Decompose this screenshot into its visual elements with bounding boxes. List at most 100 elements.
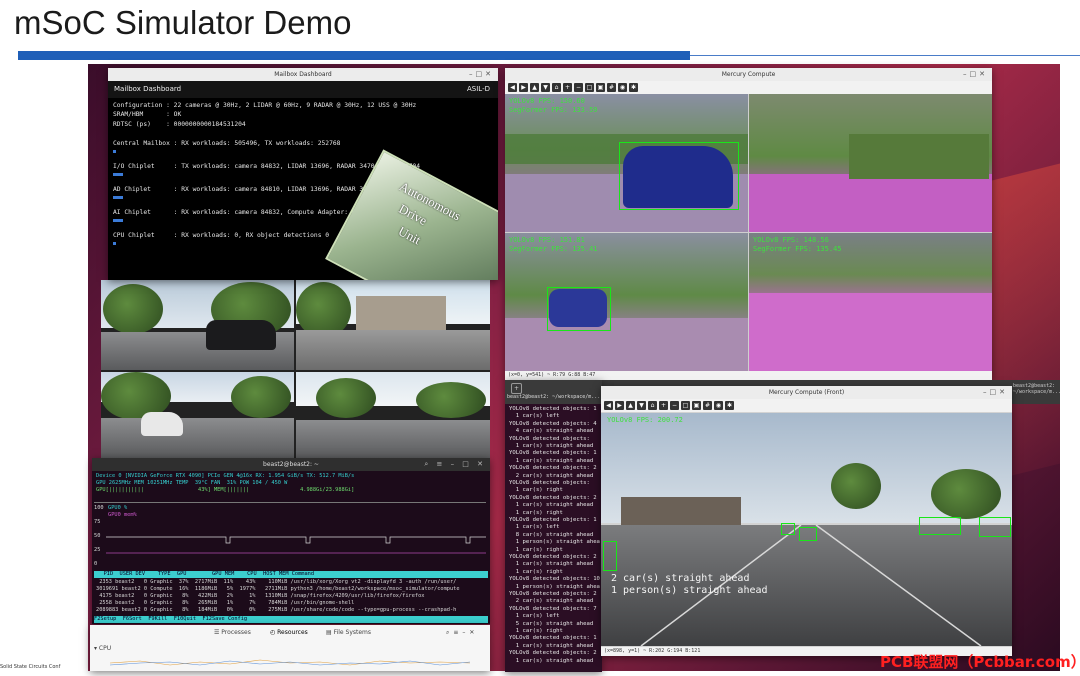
detection-box — [781, 523, 795, 535]
cpu-usage-graph — [110, 659, 470, 666]
yolo-fps-overlay: YOLOv8 FPS: 148.56 — [753, 236, 829, 244]
terminal-line: 1 person(s) straight ahea — [509, 539, 600, 546]
window-controls[interactable]: –□✕ — [983, 386, 1008, 399]
seg-fps-overlay: SegFormer FPS: 133.59 — [509, 106, 598, 114]
process-row[interactable]: 4175 beast2 0 Graphic 8% 422MiB 2% 1% 13… — [96, 593, 424, 599]
ad-chiplet-bar — [113, 196, 123, 199]
axis-tick: 50 — [94, 533, 101, 539]
zoom-in-icon[interactable]: + — [659, 401, 668, 410]
segmentation-view-2 — [749, 94, 992, 232]
up-icon[interactable]: ▲ — [626, 401, 635, 410]
down-icon[interactable]: ▼ — [541, 83, 550, 92]
process-row[interactable]: 2353 beast2 0 Graphic 37% 2717MiB 11% 43… — [96, 579, 456, 585]
process-row[interactable]: 2558 beast2 0 Graphic 8% 265MiB 1% 7% 78… — [96, 600, 354, 606]
camera-view-rear — [296, 372, 490, 458]
segmentation-view-1: YOLOv8 FPS: 150.60 SegFormer FPS: 133.59 — [505, 94, 748, 232]
mailbox-title-bar[interactable]: Mailbox Dashboard –□✕ — [108, 68, 498, 81]
window-controls[interactable]: –□✕ — [469, 68, 494, 81]
nvtop-terminal-window[interactable]: beast2@beast2: ~ ⌕ ≡ – □ ✕ Device 0 [NVI… — [92, 458, 490, 624]
camera-view-front — [101, 280, 294, 370]
terminal-line: 1 car(s) straight ahead — [509, 457, 594, 464]
yolo-fps-overlay: YOLOv8 FPS: 151.81 — [509, 236, 585, 244]
car-white — [141, 412, 183, 436]
front-camera-view: YOLOv8 FPS: 200.72 2 car(s) straight ahe… — [601, 413, 1012, 646]
terminal-line: YOLOv8 detected objects: 2 — [509, 494, 597, 501]
camera-view-right — [296, 280, 490, 370]
mailbox-dashboard-window[interactable]: Mailbox Dashboard –□✕ Mailbox Dashboard … — [108, 68, 498, 280]
settings-icon[interactable]: ✱ — [725, 401, 734, 410]
up-icon[interactable]: ▲ — [530, 83, 539, 92]
axis-tick: 0 — [94, 561, 98, 567]
back-icon[interactable]: ◀ — [508, 83, 517, 92]
grid-icon[interactable]: # — [703, 401, 712, 410]
window-controls[interactable]: –□✕ — [963, 68, 988, 81]
down-icon[interactable]: ▼ — [637, 401, 646, 410]
front-title-bar[interactable]: Mercury Compute (Front) –□✕ — [601, 386, 1012, 399]
mercury-compute-window[interactable]: Mercury Compute –□✕ ◀ ▶ ▲ ▼ ⌂ + − □ ▣ # … — [505, 68, 992, 380]
detection-box — [603, 541, 617, 571]
tab-file-systems[interactable]: ▤ File Systems — [326, 629, 371, 636]
terminal-line: 2 car(s) straight ahead — [509, 598, 594, 605]
terminal-line: 1 car(s) straight ahead — [509, 502, 594, 509]
terminal-line: 1 car(s) right — [509, 487, 563, 494]
yolo-fps-overlay: YOLOv8 FPS: 200.72 — [607, 416, 683, 424]
terminal-line: YOLOv8 detected objects: 1 — [509, 450, 597, 457]
mercury-window-title: Mercury Compute — [721, 71, 776, 78]
axis-tick: 100 — [94, 505, 104, 511]
central-mailbox-line: Central Mailbox : RX workloads: 505496, … — [113, 140, 341, 147]
segmentation-view-4: YOLOv8 FPS: 148.56 SegFormer FPS: 135.45 — [749, 233, 992, 371]
camera-view-left — [101, 372, 294, 458]
axis-tick: 25 — [94, 547, 101, 553]
detection-box — [919, 517, 961, 535]
terminal-line: 2 car(s) straight ahead — [509, 472, 594, 479]
zoom-out-icon[interactable]: − — [574, 83, 583, 92]
settings-icon[interactable]: ✱ — [629, 83, 638, 92]
back-icon[interactable]: ◀ — [604, 401, 613, 410]
new-tab-icon[interactable]: + — [511, 383, 522, 394]
terminal-line: 1 car(s) straight ahead — [509, 561, 594, 568]
nvtop-window-title: beast2@beast2: ~ — [263, 461, 319, 468]
nvtop-title-bar[interactable]: beast2@beast2: ~ ⌕ ≡ – □ ✕ — [92, 458, 490, 471]
terminal-line: YOLOv8 detected objects: 1 — [509, 406, 597, 412]
io-chiplet-bar — [113, 173, 123, 176]
watermark: PCB联盟网（Pcbbar.com） — [880, 653, 1080, 671]
home-icon[interactable]: ⌂ — [552, 83, 561, 92]
mercury-front-window[interactable]: Mercury Compute (Front) –□✕ ◀ ▶ ▲ ▼ ⌂ + … — [601, 386, 1012, 656]
detection-terminal-window[interactable]: + beast2@beast2: ~/workspace/m... YOLOv8… — [505, 380, 602, 672]
terminal-line: 1 car(s) right — [509, 509, 563, 516]
function-key-bar[interactable]: F2Setup F6Sort F9Kill F10Quit F12Save Co… — [94, 616, 488, 623]
terminal-header: + beast2@beast2: ~/workspace/m... — [505, 380, 602, 404]
mercury-title-bar[interactable]: Mercury Compute –□✕ — [505, 68, 992, 81]
sram-line: SRAM/HBM : OK — [113, 111, 182, 118]
camera-icon[interactable]: ◉ — [714, 401, 723, 410]
terminal-line: YOLOv8 detected objects: 10 — [509, 576, 600, 583]
forward-icon[interactable]: ▶ — [519, 83, 528, 92]
tab-resources[interactable]: ◴ Resources — [270, 629, 308, 636]
window-controls[interactable]: ⌕ ≡ – □ ✕ — [424, 458, 486, 471]
fit-icon[interactable]: □ — [585, 83, 594, 92]
rdtsc-line: RDTSC (ps) : 0000000000184531204 — [113, 121, 246, 128]
camera-icon[interactable]: ◉ — [618, 83, 627, 92]
fit-icon[interactable]: □ — [681, 401, 690, 410]
process-row[interactable]: 2089883 beast2 0 Graphic 8% 184MiB 0% 0%… — [96, 607, 456, 613]
other-terminal-tab[interactable]: beast2@beast2: ~/workspace/m... — [1010, 380, 1061, 404]
save-icon[interactable]: ▣ — [692, 401, 701, 410]
mercury-toolbar: ◀ ▶ ▲ ▼ ⌂ + − □ ▣ # ◉ ✱ — [505, 81, 992, 94]
config-line: Configuration : 22 cameras @ 30Hz, 2 LID… — [113, 102, 417, 109]
forward-icon[interactable]: ▶ — [615, 401, 624, 410]
terminal-line: 1 car(s) left — [509, 613, 560, 620]
home-icon[interactable]: ⌂ — [648, 401, 657, 410]
device-line: Device 0 [NVIDIA GeForce RTX 4090] PCIe … — [96, 473, 355, 479]
zoom-in-icon[interactable]: + — [563, 83, 572, 92]
zoom-out-icon[interactable]: − — [670, 401, 679, 410]
save-icon[interactable]: ▣ — [596, 83, 605, 92]
tab-processes[interactable]: ☰ Processes — [214, 629, 251, 636]
process-row[interactable]: 3019691 beast2 0 Compute 16% 1186MiB 5% … — [96, 586, 460, 592]
gpu-stats-line: GPU 2625MHz MEM 10251MHz TEMP 39°C FAN 3… — [96, 480, 288, 486]
terminal-tab-title[interactable]: beast2@beast2: ~/workspace/m... — [507, 394, 600, 400]
window-controls[interactable]: ⌕≡–✕ — [446, 629, 478, 637]
terminal-line: YOLOv8 detected objects: 2 — [509, 591, 597, 597]
terminal-line: YOLOv8 detected objects: 4 — [509, 420, 597, 427]
grid-icon[interactable]: # — [607, 83, 616, 92]
system-monitor-window[interactable]: ☰ Processes ◴ Resources ▤ File Systems ⌕… — [90, 625, 490, 671]
